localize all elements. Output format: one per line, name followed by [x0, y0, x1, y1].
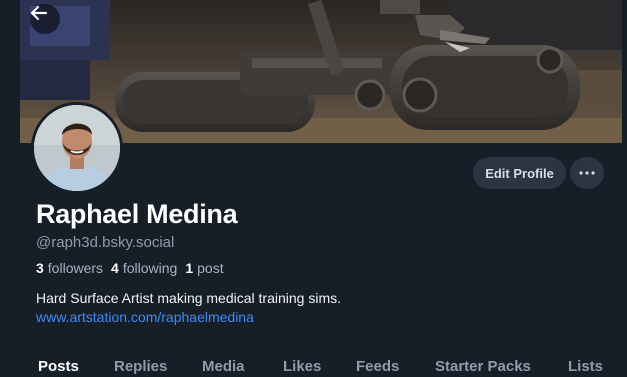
tab-replies[interactable]: Replies [114, 358, 167, 375]
tab-starter-packs[interactable]: Starter Packs [435, 358, 531, 375]
following-count: 4 [111, 260, 119, 276]
profile-bio: Hard Surface Artist making medical train… [36, 289, 341, 327]
tab-posts[interactable]: Posts [38, 358, 79, 375]
avatar[interactable] [31, 102, 123, 194]
display-name: Raphael Medina [36, 199, 238, 229]
posts-label: post [197, 260, 224, 276]
tab-lists[interactable]: Lists [568, 358, 603, 375]
tab-media[interactable]: Media [202, 358, 245, 375]
tab-feeds[interactable]: Feeds [356, 358, 399, 375]
right-gutter [622, 0, 627, 377]
more-options-button[interactable] [570, 157, 604, 189]
bio-text: Hard Surface Artist making medical train… [36, 290, 341, 306]
profile-stats: 3 followers 4 following 1 post [36, 260, 224, 276]
posts-stat: 1 post [185, 260, 223, 276]
left-gutter [0, 0, 20, 377]
posts-count: 1 [185, 260, 194, 276]
followers-stat[interactable]: 3 followers [36, 260, 103, 276]
profile-link[interactable]: www.artstation.com/raphaelmedina [36, 309, 254, 325]
followers-label: followers [47, 260, 104, 276]
profile-tabs: Posts Replies Media Likes Feeds Starter … [20, 354, 622, 377]
profile-page: Edit Profile Raphael Medina @raph3d.bsky… [20, 0, 622, 377]
tab-likes[interactable]: Likes [283, 358, 321, 375]
arrow-left-icon [30, 5, 48, 21]
followers-count: 3 [36, 260, 44, 276]
edit-profile-button[interactable]: Edit Profile [473, 157, 566, 189]
profile-handle: @raph3d.bsky.social [36, 234, 175, 251]
following-label: following [122, 260, 178, 276]
back-button[interactable] [30, 4, 60, 34]
ellipsis-icon [579, 171, 595, 175]
following-stat[interactable]: 4 following [111, 260, 177, 276]
